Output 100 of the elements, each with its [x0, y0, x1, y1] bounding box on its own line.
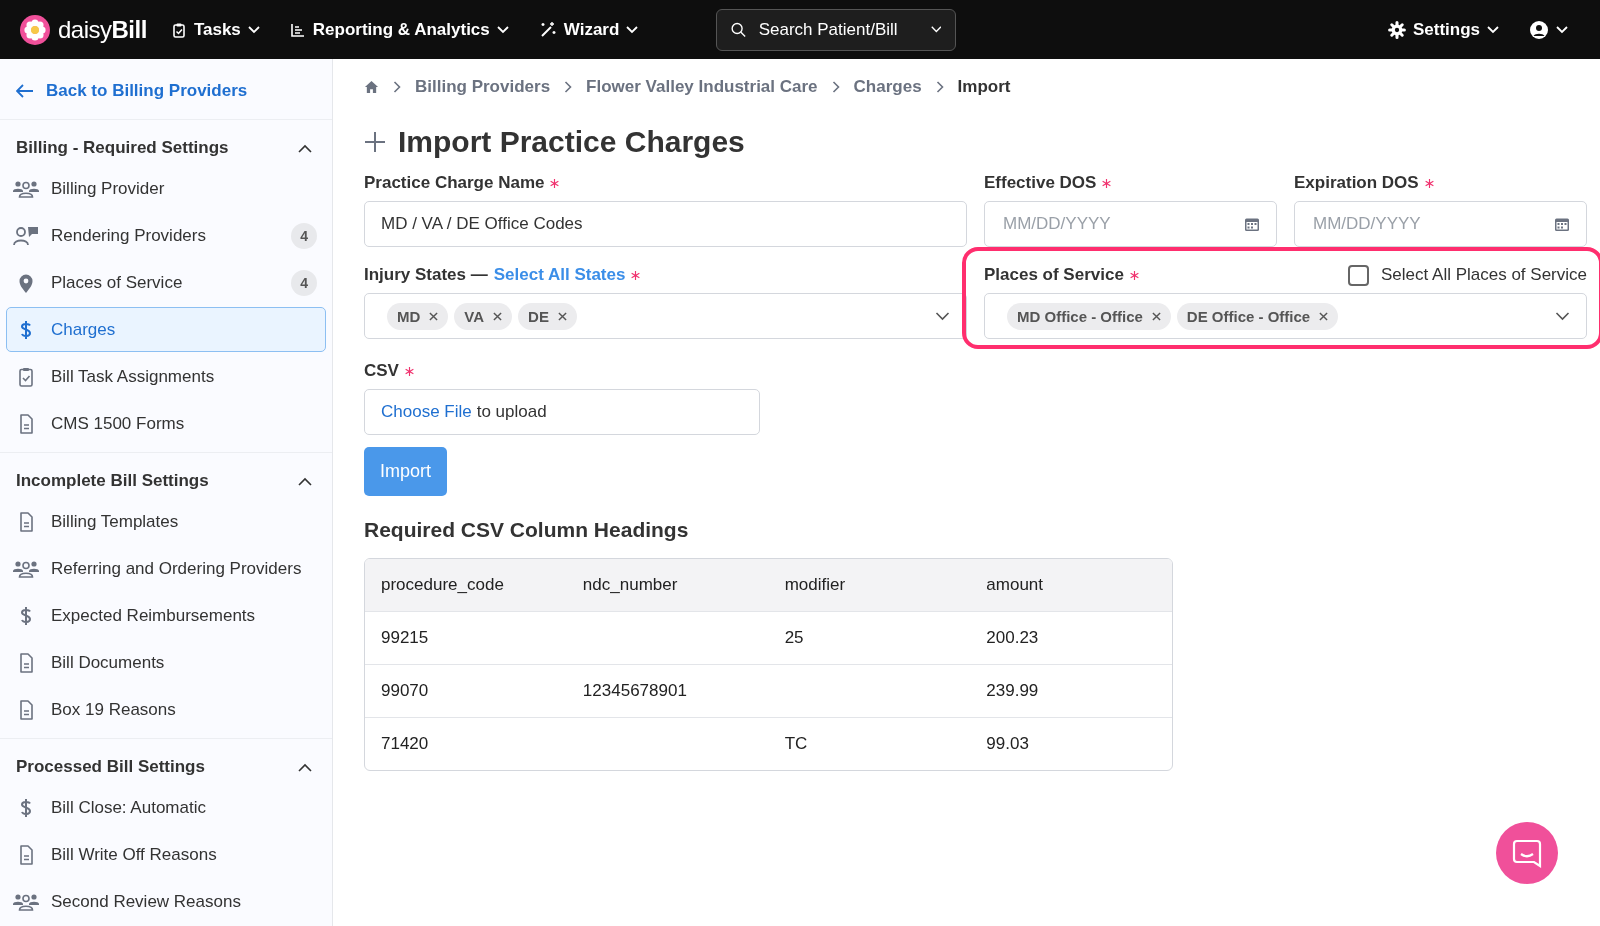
field-label: Effective DOS	[984, 173, 1097, 193]
chevron-down-icon	[1487, 25, 1499, 34]
people-icon	[13, 558, 39, 579]
nav-menu[interactable]: Reporting & Analytics	[281, 13, 517, 46]
table-cell: 12345678901	[582, 681, 687, 700]
checkbox-label[interactable]: Select All Places of Service	[1381, 265, 1587, 285]
page-title: Import Practice Charges	[398, 125, 745, 159]
sidebar-item[interactable]: Billing Provider	[6, 166, 326, 211]
remove-icon[interactable]	[493, 311, 503, 321]
chevron-down-icon	[1555, 311, 1570, 321]
settings-menu[interactable]: Settings	[1379, 13, 1507, 46]
sidebar-item[interactable]: Bill Task Assignments	[6, 354, 326, 399]
calendar-icon	[1244, 216, 1260, 232]
back-link[interactable]: Back to Billing Providers	[0, 59, 332, 120]
table-cell: 99.03	[986, 734, 1029, 753]
sidebar-item[interactable]: Rendering Providers 4	[6, 213, 326, 258]
chevron-down-icon	[247, 25, 260, 34]
remove-icon[interactable]	[1319, 311, 1329, 321]
sidebar-item[interactable]: Box 19 Reasons	[6, 687, 326, 732]
sidebar-item[interactable]: Charges	[6, 307, 326, 352]
people-icon	[13, 178, 39, 199]
table-cell: 200.23	[986, 628, 1039, 647]
clipboard-icon	[170, 21, 187, 38]
tag-chip[interactable]: MD Office - Office	[1007, 302, 1171, 330]
sidebar-item[interactable]: Billing Templates	[6, 499, 326, 544]
field-label: CSV	[364, 361, 399, 381]
sidebar-item[interactable]: Bill Write Off Reasons	[6, 832, 326, 877]
count-badge: 4	[291, 222, 317, 249]
chevron-right-icon	[935, 81, 944, 93]
table-cell: 99215	[381, 628, 429, 647]
chevron-down-icon	[935, 311, 950, 321]
tag-chip[interactable]: VA	[454, 302, 513, 330]
chevron-right-icon	[831, 81, 840, 93]
search-box[interactable]: Search Patient/Bill	[716, 8, 957, 51]
remove-icon[interactable]	[1151, 311, 1161, 321]
breadcrumb-link[interactable]: Flower Valley Industrial Care	[586, 77, 818, 97]
collapse-chevron-icon[interactable]	[298, 476, 312, 486]
home-icon[interactable]	[364, 80, 379, 94]
sidebar-item[interactable]: Second Review Reasons	[6, 879, 326, 924]
chat-bubble-icon	[1512, 838, 1542, 868]
tag-chip[interactable]: MD	[387, 302, 449, 330]
arrow-left-icon	[16, 84, 34, 98]
bar-chart-icon	[289, 21, 306, 38]
breadcrumb-link[interactable]: Billing Providers	[415, 77, 551, 97]
table-cell: TC	[784, 734, 808, 753]
date-picker[interactable]: MM/DD/YYYY	[984, 201, 1277, 247]
sidebar-item[interactable]: CMS 1500 Forms	[6, 401, 326, 446]
user-avatar-icon	[1529, 19, 1549, 40]
breadcrumb-link[interactable]: Import	[957, 77, 1011, 97]
section-heading: Billing - Required Settings	[16, 138, 229, 158]
section-heading: Incomplete Bill Settings	[16, 471, 209, 491]
breadcrumb-link[interactable]: Charges	[853, 77, 922, 97]
chevron-right-icon	[393, 81, 401, 93]
table-cell: 239.99	[986, 681, 1039, 700]
column-header: modifier	[768, 559, 971, 611]
multi-select[interactable]: MD Office - Office DE Office - Office	[984, 293, 1587, 339]
sidebar-item[interactable]: Bill Close: Automatic	[6, 785, 326, 830]
sidebar-item[interactable]: Bill Documents	[6, 640, 326, 685]
field-label: Practice Charge Name	[364, 173, 545, 193]
sidebar-item[interactable]: Referring and Ordering Providers	[6, 546, 326, 591]
nav-menu[interactable]: Tasks	[162, 13, 268, 46]
tag-chip[interactable]: DE Office - Office	[1176, 302, 1339, 330]
person-speech-icon	[13, 225, 39, 246]
remove-icon[interactable]	[429, 311, 439, 321]
column-header: ndc_number	[566, 559, 769, 611]
text-input[interactable]: MD / VA / DE Office Codes	[364, 201, 967, 247]
plus-icon	[364, 131, 386, 153]
field-label: Places of Service	[984, 265, 1124, 285]
brand-name[interactable]: daisyBill	[58, 15, 147, 44]
multi-select[interactable]: MD VA DE	[364, 293, 967, 339]
sidebar-item[interactable]: Places of Service 4	[6, 260, 326, 305]
upload-hint: to upload	[476, 402, 547, 422]
count-badge: 4	[291, 269, 317, 296]
field-label: Injury States —	[364, 265, 488, 285]
chevron-down-icon	[930, 25, 942, 34]
flower-logo-icon[interactable]	[20, 14, 50, 45]
collapse-chevron-icon[interactable]	[298, 762, 312, 772]
collapse-chevron-icon[interactable]	[298, 143, 312, 153]
table-cell: 71420	[381, 734, 429, 753]
date-picker[interactable]: MM/DD/YYYY	[1294, 201, 1587, 247]
calendar-icon	[1554, 216, 1570, 232]
sidebar-item[interactable]: Expected Reimbursements	[6, 593, 326, 638]
nav-menu[interactable]: Wizard	[530, 13, 647, 46]
column-header: procedure_code	[365, 559, 567, 611]
column-header: amount	[970, 559, 1172, 611]
chevron-down-icon	[626, 25, 639, 34]
file-upload-field[interactable]: Choose File to upload	[364, 389, 760, 435]
choose-file-link[interactable]: Choose File	[381, 402, 472, 422]
search-field[interactable]: Search Patient/Bill	[756, 18, 921, 41]
chevron-right-icon	[564, 81, 573, 93]
chevron-down-icon	[496, 25, 509, 34]
section-heading: Processed Bill Settings	[16, 757, 205, 777]
table-cell: 99070	[381, 681, 429, 700]
field-label: Expiration DOS	[1294, 173, 1419, 193]
chevron-down-icon	[1556, 25, 1568, 34]
remove-icon[interactable]	[557, 311, 567, 321]
checkbox[interactable]	[1348, 264, 1369, 286]
section-heading: Required CSV Column Headings	[364, 518, 690, 542]
tag-chip[interactable]: DE	[518, 302, 577, 330]
table-cell: 25	[784, 628, 804, 647]
